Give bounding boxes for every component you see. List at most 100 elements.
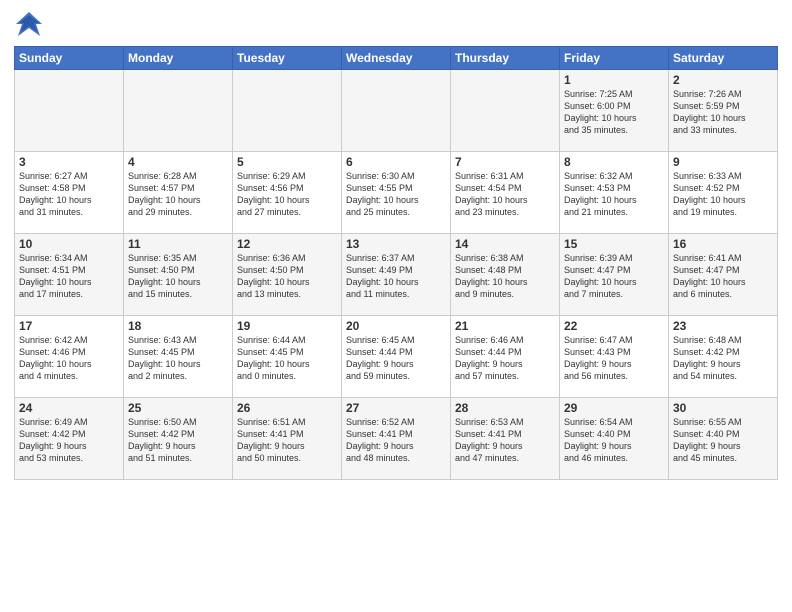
header-saturday: Saturday bbox=[669, 47, 778, 70]
cell-0-2 bbox=[233, 70, 342, 152]
day-number: 28 bbox=[455, 401, 555, 415]
day-info: Sunrise: 7:25 AM Sunset: 6:00 PM Dayligh… bbox=[564, 88, 664, 137]
day-number: 24 bbox=[19, 401, 119, 415]
cell-1-6: 9Sunrise: 6:33 AM Sunset: 4:52 PM Daylig… bbox=[669, 152, 778, 234]
header-tuesday: Tuesday bbox=[233, 47, 342, 70]
cell-2-6: 16Sunrise: 6:41 AM Sunset: 4:47 PM Dayli… bbox=[669, 234, 778, 316]
day-number: 22 bbox=[564, 319, 664, 333]
day-number: 10 bbox=[19, 237, 119, 251]
day-number: 15 bbox=[564, 237, 664, 251]
logo bbox=[14, 10, 48, 40]
week-row-1: 3Sunrise: 6:27 AM Sunset: 4:58 PM Daylig… bbox=[15, 152, 778, 234]
day-number: 3 bbox=[19, 155, 119, 169]
day-info: Sunrise: 6:36 AM Sunset: 4:50 PM Dayligh… bbox=[237, 252, 337, 301]
cell-3-6: 23Sunrise: 6:48 AM Sunset: 4:42 PM Dayli… bbox=[669, 316, 778, 398]
day-number: 25 bbox=[128, 401, 228, 415]
day-info: Sunrise: 6:35 AM Sunset: 4:50 PM Dayligh… bbox=[128, 252, 228, 301]
cell-1-2: 5Sunrise: 6:29 AM Sunset: 4:56 PM Daylig… bbox=[233, 152, 342, 234]
day-info: Sunrise: 6:55 AM Sunset: 4:40 PM Dayligh… bbox=[673, 416, 773, 465]
cell-2-4: 14Sunrise: 6:38 AM Sunset: 4:48 PM Dayli… bbox=[451, 234, 560, 316]
day-info: Sunrise: 6:29 AM Sunset: 4:56 PM Dayligh… bbox=[237, 170, 337, 219]
day-number: 11 bbox=[128, 237, 228, 251]
cell-4-5: 29Sunrise: 6:54 AM Sunset: 4:40 PM Dayli… bbox=[560, 398, 669, 480]
header bbox=[14, 10, 778, 40]
day-info: Sunrise: 6:37 AM Sunset: 4:49 PM Dayligh… bbox=[346, 252, 446, 301]
day-info: Sunrise: 6:32 AM Sunset: 4:53 PM Dayligh… bbox=[564, 170, 664, 219]
day-number: 17 bbox=[19, 319, 119, 333]
day-number: 1 bbox=[564, 73, 664, 87]
day-info: Sunrise: 6:33 AM Sunset: 4:52 PM Dayligh… bbox=[673, 170, 773, 219]
day-number: 23 bbox=[673, 319, 773, 333]
cell-0-0 bbox=[15, 70, 124, 152]
day-info: Sunrise: 7:26 AM Sunset: 5:59 PM Dayligh… bbox=[673, 88, 773, 137]
day-info: Sunrise: 6:30 AM Sunset: 4:55 PM Dayligh… bbox=[346, 170, 446, 219]
day-info: Sunrise: 6:27 AM Sunset: 4:58 PM Dayligh… bbox=[19, 170, 119, 219]
cell-2-5: 15Sunrise: 6:39 AM Sunset: 4:47 PM Dayli… bbox=[560, 234, 669, 316]
day-info: Sunrise: 6:49 AM Sunset: 4:42 PM Dayligh… bbox=[19, 416, 119, 465]
cell-4-3: 27Sunrise: 6:52 AM Sunset: 4:41 PM Dayli… bbox=[342, 398, 451, 480]
cell-4-4: 28Sunrise: 6:53 AM Sunset: 4:41 PM Dayli… bbox=[451, 398, 560, 480]
day-number: 2 bbox=[673, 73, 773, 87]
page: SundayMondayTuesdayWednesdayThursdayFrid… bbox=[0, 0, 792, 612]
day-number: 8 bbox=[564, 155, 664, 169]
day-number: 7 bbox=[455, 155, 555, 169]
day-number: 16 bbox=[673, 237, 773, 251]
cell-2-1: 11Sunrise: 6:35 AM Sunset: 4:50 PM Dayli… bbox=[124, 234, 233, 316]
day-info: Sunrise: 6:51 AM Sunset: 4:41 PM Dayligh… bbox=[237, 416, 337, 465]
cell-0-4 bbox=[451, 70, 560, 152]
day-number: 6 bbox=[346, 155, 446, 169]
week-row-4: 24Sunrise: 6:49 AM Sunset: 4:42 PM Dayli… bbox=[15, 398, 778, 480]
cell-0-1 bbox=[124, 70, 233, 152]
day-number: 18 bbox=[128, 319, 228, 333]
cell-3-0: 17Sunrise: 6:42 AM Sunset: 4:46 PM Dayli… bbox=[15, 316, 124, 398]
day-info: Sunrise: 6:39 AM Sunset: 4:47 PM Dayligh… bbox=[564, 252, 664, 301]
day-number: 4 bbox=[128, 155, 228, 169]
day-number: 21 bbox=[455, 319, 555, 333]
cell-4-1: 25Sunrise: 6:50 AM Sunset: 4:42 PM Dayli… bbox=[124, 398, 233, 480]
cell-1-0: 3Sunrise: 6:27 AM Sunset: 4:58 PM Daylig… bbox=[15, 152, 124, 234]
day-number: 12 bbox=[237, 237, 337, 251]
day-number: 13 bbox=[346, 237, 446, 251]
week-row-0: 1Sunrise: 7:25 AM Sunset: 6:00 PM Daylig… bbox=[15, 70, 778, 152]
cell-1-3: 6Sunrise: 6:30 AM Sunset: 4:55 PM Daylig… bbox=[342, 152, 451, 234]
calendar-body: 1Sunrise: 7:25 AM Sunset: 6:00 PM Daylig… bbox=[15, 70, 778, 480]
cell-2-2: 12Sunrise: 6:36 AM Sunset: 4:50 PM Dayli… bbox=[233, 234, 342, 316]
day-info: Sunrise: 6:31 AM Sunset: 4:54 PM Dayligh… bbox=[455, 170, 555, 219]
cell-0-6: 2Sunrise: 7:26 AM Sunset: 5:59 PM Daylig… bbox=[669, 70, 778, 152]
cell-2-3: 13Sunrise: 6:37 AM Sunset: 4:49 PM Dayli… bbox=[342, 234, 451, 316]
day-number: 29 bbox=[564, 401, 664, 415]
week-row-2: 10Sunrise: 6:34 AM Sunset: 4:51 PM Dayli… bbox=[15, 234, 778, 316]
cell-3-5: 22Sunrise: 6:47 AM Sunset: 4:43 PM Dayli… bbox=[560, 316, 669, 398]
day-info: Sunrise: 6:34 AM Sunset: 4:51 PM Dayligh… bbox=[19, 252, 119, 301]
day-info: Sunrise: 6:54 AM Sunset: 4:40 PM Dayligh… bbox=[564, 416, 664, 465]
cell-1-4: 7Sunrise: 6:31 AM Sunset: 4:54 PM Daylig… bbox=[451, 152, 560, 234]
calendar-table: SundayMondayTuesdayWednesdayThursdayFrid… bbox=[14, 46, 778, 480]
day-number: 19 bbox=[237, 319, 337, 333]
header-row: SundayMondayTuesdayWednesdayThursdayFrid… bbox=[15, 47, 778, 70]
day-info: Sunrise: 6:41 AM Sunset: 4:47 PM Dayligh… bbox=[673, 252, 773, 301]
calendar-header: SundayMondayTuesdayWednesdayThursdayFrid… bbox=[15, 47, 778, 70]
day-number: 9 bbox=[673, 155, 773, 169]
day-info: Sunrise: 6:28 AM Sunset: 4:57 PM Dayligh… bbox=[128, 170, 228, 219]
cell-3-4: 21Sunrise: 6:46 AM Sunset: 4:44 PM Dayli… bbox=[451, 316, 560, 398]
day-number: 5 bbox=[237, 155, 337, 169]
day-number: 30 bbox=[673, 401, 773, 415]
cell-2-0: 10Sunrise: 6:34 AM Sunset: 4:51 PM Dayli… bbox=[15, 234, 124, 316]
week-row-3: 17Sunrise: 6:42 AM Sunset: 4:46 PM Dayli… bbox=[15, 316, 778, 398]
header-thursday: Thursday bbox=[451, 47, 560, 70]
logo-icon bbox=[14, 10, 44, 40]
day-info: Sunrise: 6:46 AM Sunset: 4:44 PM Dayligh… bbox=[455, 334, 555, 383]
day-info: Sunrise: 6:43 AM Sunset: 4:45 PM Dayligh… bbox=[128, 334, 228, 383]
cell-1-1: 4Sunrise: 6:28 AM Sunset: 4:57 PM Daylig… bbox=[124, 152, 233, 234]
day-info: Sunrise: 6:42 AM Sunset: 4:46 PM Dayligh… bbox=[19, 334, 119, 383]
cell-3-1: 18Sunrise: 6:43 AM Sunset: 4:45 PM Dayli… bbox=[124, 316, 233, 398]
cell-3-3: 20Sunrise: 6:45 AM Sunset: 4:44 PM Dayli… bbox=[342, 316, 451, 398]
day-number: 20 bbox=[346, 319, 446, 333]
header-friday: Friday bbox=[560, 47, 669, 70]
day-number: 14 bbox=[455, 237, 555, 251]
cell-1-5: 8Sunrise: 6:32 AM Sunset: 4:53 PM Daylig… bbox=[560, 152, 669, 234]
cell-0-3 bbox=[342, 70, 451, 152]
day-info: Sunrise: 6:45 AM Sunset: 4:44 PM Dayligh… bbox=[346, 334, 446, 383]
header-wednesday: Wednesday bbox=[342, 47, 451, 70]
day-info: Sunrise: 6:44 AM Sunset: 4:45 PM Dayligh… bbox=[237, 334, 337, 383]
